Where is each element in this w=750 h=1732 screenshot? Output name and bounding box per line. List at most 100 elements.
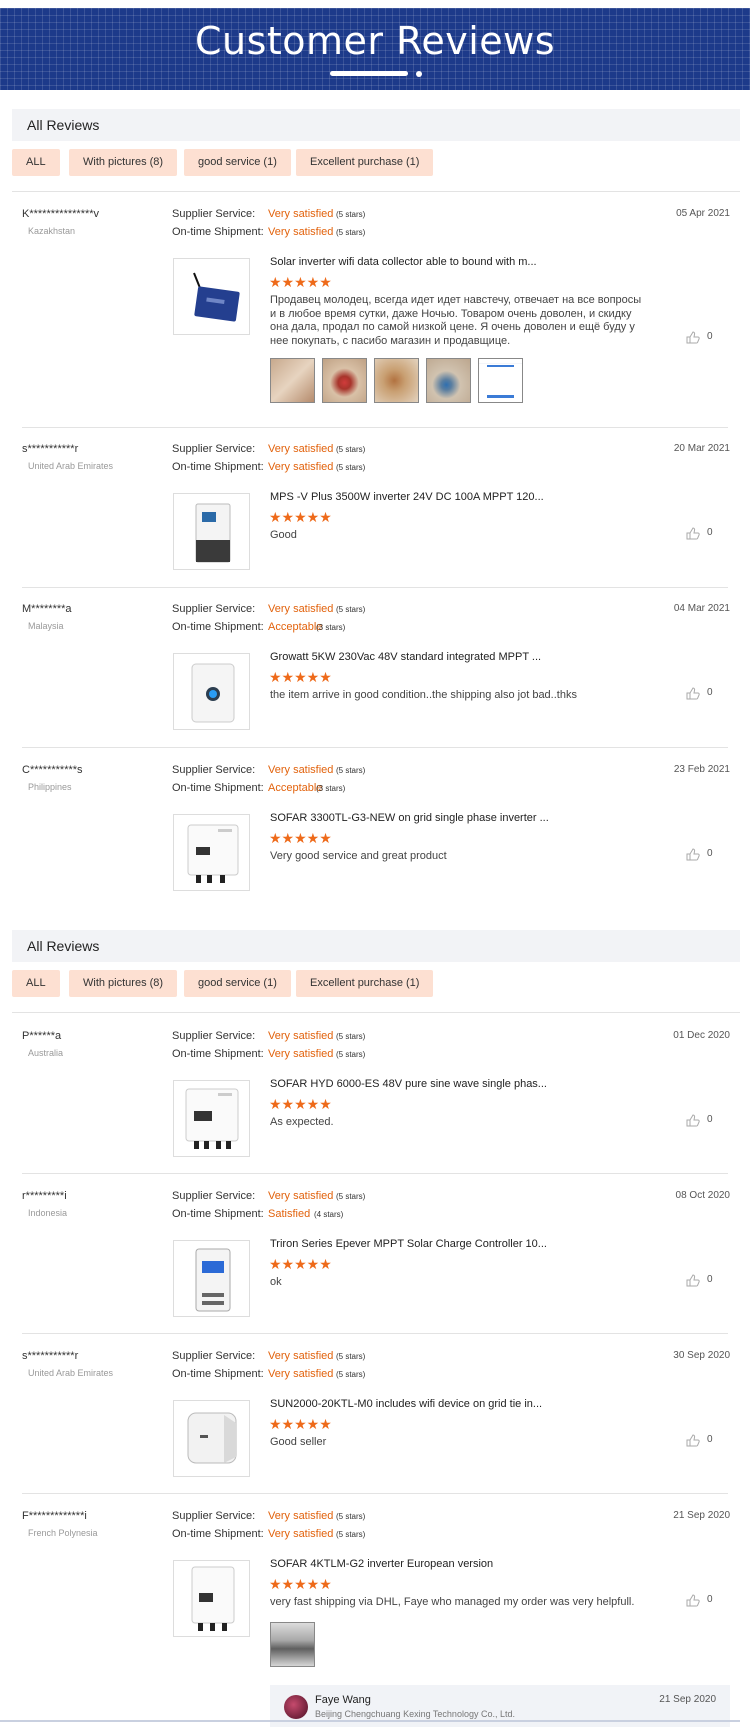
product-thumbnail[interactable] xyxy=(173,493,250,570)
supplier-service-stars: (5 stars) xyxy=(336,445,366,454)
on-time-shipment-label: On-time Shipment: xyxy=(172,461,264,473)
review-date: 01 Dec 2020 xyxy=(673,1030,730,1041)
supplier-service-stars: (5 stars) xyxy=(336,605,366,614)
rating-stars: ★★★★★ xyxy=(269,1096,332,1112)
thumbs-up-icon xyxy=(686,1274,700,1287)
product-title-link[interactable]: Growatt 5KW 230Vac 48V standard integrat… xyxy=(270,651,541,663)
divider xyxy=(12,1012,740,1013)
reviewer-name: P******a xyxy=(22,1030,62,1042)
review-photo[interactable] xyxy=(322,358,367,403)
supplier-service-value: Very satisfied xyxy=(268,764,334,776)
supplier-service-stars: (5 stars) xyxy=(336,1192,366,1201)
rating-stars: ★★★★★ xyxy=(269,274,332,290)
on-time-shipment-stars: (5 stars) xyxy=(336,228,366,237)
thumbs-up-icon xyxy=(686,1434,700,1447)
product-thumbnail[interactable] xyxy=(173,1560,250,1637)
on-time-shipment-stars: (3 stars) xyxy=(316,784,346,793)
review-photo[interactable] xyxy=(270,1622,315,1667)
product-thumbnail[interactable] xyxy=(173,814,250,891)
thumbs-up-icon xyxy=(686,1114,700,1127)
supplier-service-label: Supplier Service: xyxy=(172,764,256,776)
product-thumbnail[interactable] xyxy=(173,258,250,335)
reviewer-country: Indonesia xyxy=(28,1208,68,1218)
reviewer-country: United Arab Emirates xyxy=(28,461,114,471)
thumbs-up-icon xyxy=(686,687,700,700)
review-photo[interactable] xyxy=(270,358,315,403)
thumbs-up-icon xyxy=(686,1594,700,1607)
on-time-shipment-label: On-time Shipment: xyxy=(172,1048,264,1060)
review-text: Продавец молодец, всегда идет идет навст… xyxy=(270,294,642,347)
like-button[interactable]: 0 xyxy=(686,331,726,345)
review-item: F*************i French Polynesia Supplie… xyxy=(22,1510,730,1685)
product-title-link[interactable]: SOFAR HYD 6000-ES 48V pure sine wave sin… xyxy=(270,1078,547,1090)
on-time-shipment-value: Very satisfied xyxy=(268,1368,334,1380)
filter-all[interactable]: ALL xyxy=(12,149,60,176)
supplier-service-label: Supplier Service: xyxy=(172,443,256,455)
supplier-service-stars: (5 stars) xyxy=(336,1032,366,1041)
on-time-shipment-stars: (5 stars) xyxy=(336,463,366,472)
product-thumbnail[interactable] xyxy=(173,653,250,730)
like-button[interactable]: 0 xyxy=(686,1274,726,1288)
on-time-shipment-label: On-time Shipment: xyxy=(172,1528,264,1540)
review-photo[interactable] xyxy=(426,358,471,403)
supplier-service-stars: (5 stars) xyxy=(336,1352,366,1361)
like-button[interactable]: 0 xyxy=(686,687,726,701)
filter-excellent-purchase[interactable]: Excellent purchase (1) xyxy=(296,149,434,176)
on-time-shipment-stars: (5 stars) xyxy=(336,1370,366,1379)
reviewer-name: M********a xyxy=(22,603,72,615)
product-title-link[interactable]: SUN2000-20KTL-M0 includes wifi device on… xyxy=(270,1398,542,1410)
product-title-link[interactable]: MPS -V Plus 3500W inverter 24V DC 100A M… xyxy=(270,491,544,503)
like-count: 0 xyxy=(707,1274,713,1285)
on-time-shipment-value: Very satisfied xyxy=(268,1528,334,1540)
product-thumbnail[interactable] xyxy=(173,1080,250,1157)
filter-good-service[interactable]: good service (1) xyxy=(184,149,291,176)
review-divider xyxy=(22,587,728,588)
reply-author-name: Faye Wang xyxy=(315,1694,371,1706)
filter-good-service[interactable]: good service (1) xyxy=(184,970,291,997)
product-thumbnail[interactable] xyxy=(173,1400,250,1477)
review-divider xyxy=(22,1173,728,1174)
like-count: 0 xyxy=(707,848,713,859)
product-title-link[interactable]: SOFAR 3300TL-G3-NEW on grid single phase… xyxy=(270,812,549,824)
filter-with-pictures[interactable]: With pictures (8) xyxy=(69,149,178,176)
review-photo[interactable] xyxy=(478,358,523,403)
underline-bar xyxy=(330,71,408,76)
supplier-service-value: Very satisfied xyxy=(268,443,334,455)
product-thumbnail[interactable] xyxy=(173,1240,250,1317)
supplier-service-stars: (5 stars) xyxy=(336,766,366,775)
on-time-shipment-value: Very satisfied xyxy=(268,1048,334,1060)
review-text: the item arrive in good condition..the s… xyxy=(270,689,577,701)
supplier-service-value: Very satisfied xyxy=(268,1190,334,1202)
on-time-shipment-value: Satisfied xyxy=(268,1208,311,1220)
filter-with-pictures[interactable]: With pictures (8) xyxy=(69,970,178,997)
reviewer-name: s***********r xyxy=(22,443,79,455)
on-time-shipment-value: Acceptable xyxy=(268,782,323,794)
review-date: 20 Mar 2021 xyxy=(673,443,730,454)
divider xyxy=(12,191,740,192)
reviewer-name: s***********r xyxy=(22,1350,79,1362)
filter-excellent-purchase[interactable]: Excellent purchase (1) xyxy=(296,970,434,997)
reply-company: Beijing Chengchuang Kexing Technology Co… xyxy=(315,1709,515,1719)
product-title-link[interactable]: SOFAR 4KTLM-G2 inverter European version xyxy=(270,1558,493,1570)
review-photo[interactable] xyxy=(374,358,419,403)
review-divider xyxy=(22,427,728,428)
like-button[interactable]: 0 xyxy=(686,1434,726,1448)
underline-dot xyxy=(416,71,422,77)
review-date: 05 Apr 2021 xyxy=(676,208,730,219)
filter-all[interactable]: ALL xyxy=(12,970,60,997)
like-button[interactable]: 0 xyxy=(686,527,726,541)
page-title: Customer Reviews xyxy=(194,19,556,63)
rating-stars: ★★★★★ xyxy=(269,669,332,685)
like-button[interactable]: 0 xyxy=(686,1594,726,1608)
product-title-link[interactable]: Solar inverter wifi data collector able … xyxy=(270,256,537,268)
on-time-shipment-label: On-time Shipment: xyxy=(172,1368,264,1380)
reviewer-country: French Polynesia xyxy=(28,1528,98,1538)
product-title-link[interactable]: Triron Series Epever MPPT Solar Charge C… xyxy=(270,1238,547,1250)
thumbs-up-icon xyxy=(686,527,700,540)
supplier-service-value: Very satisfied xyxy=(268,208,334,220)
like-button[interactable]: 0 xyxy=(686,848,726,862)
review-text: Very good service and great product xyxy=(270,850,447,862)
on-time-shipment-value: Very satisfied xyxy=(268,461,334,473)
like-count: 0 xyxy=(707,1434,713,1445)
like-button[interactable]: 0 xyxy=(686,1114,726,1128)
